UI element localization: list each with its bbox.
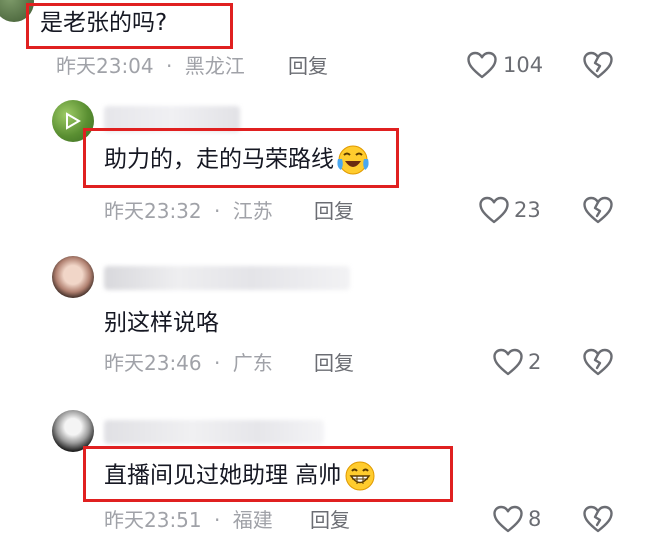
comment-time: 昨天23:46 [104,351,202,375]
comment-text: 是老张的吗? [40,10,168,36]
heart-outline-icon [492,504,524,534]
comment-text: 别这样说咯 [104,310,219,336]
comment-text: 直播间见过她助理 高帅 [104,459,377,493]
broken-heart-icon[interactable] [582,195,614,225]
laughing-crying-emoji [336,143,370,177]
comment-meta: 昨天23:32 · 江苏 [104,198,273,224]
blurred-username [104,266,350,290]
comment-time: 昨天23:51 [104,508,202,532]
blurred-username [104,420,324,444]
reply-button[interactable]: 回复 [288,53,328,79]
comment-location: 广东 [232,351,273,375]
like-count: 8 [528,507,542,531]
like-count: 104 [503,53,544,77]
reply-button[interactable]: 回复 [314,198,354,224]
like-count: 23 [514,198,541,222]
heart-outline-icon [466,50,498,80]
comment-meta: 昨天23:46 · 广东 [104,350,273,376]
comment-meta: 昨天23:04 · 黑龙江 [56,53,245,79]
broken-heart-icon[interactable] [582,504,614,534]
comment-meta: 昨天23:51 · 福建 [104,507,273,533]
reply-button[interactable]: 回复 [314,350,354,376]
comment-time: 昨天23:32 [104,199,202,223]
comment-location: 江苏 [232,199,273,223]
play-icon [65,112,81,130]
comment-time: 昨天23:04 [56,54,154,78]
heart-outline-icon [492,347,524,377]
heart-outline-icon [478,195,510,225]
meta-separator: · [214,351,221,375]
broken-heart-icon[interactable] [582,50,614,80]
like-count: 2 [528,350,542,374]
grinning-emoji [343,459,377,493]
comment-text: 助力的，走的马荣路线 [104,143,370,177]
comment-location: 黑龙江 [184,54,245,78]
avatar[interactable] [52,256,94,298]
broken-heart-icon[interactable] [582,347,614,377]
comment-location: 福建 [232,508,273,532]
reply-button[interactable]: 回复 [310,507,350,533]
meta-separator: · [214,199,221,223]
meta-separator: · [166,54,173,78]
meta-separator: · [214,508,221,532]
